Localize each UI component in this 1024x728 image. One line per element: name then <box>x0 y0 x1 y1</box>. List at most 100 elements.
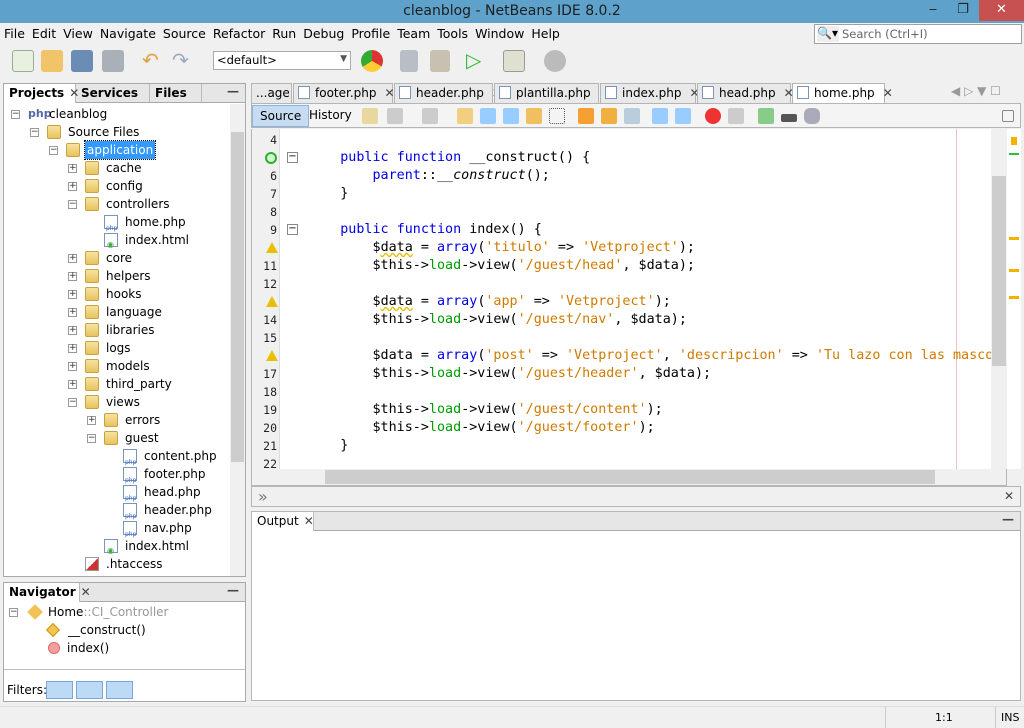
warning-icon[interactable] <box>266 242 278 253</box>
expand-icon[interactable]: + <box>68 308 77 317</box>
tree-item[interactable]: − php cleanblog <box>4 105 230 123</box>
tree-item[interactable]: footer.php <box>4 465 230 490</box>
warning-icon[interactable] <box>266 350 278 361</box>
menu-source[interactable]: Source <box>160 24 209 44</box>
tab-index-php[interactable]: index.php ✕ <box>600 83 700 103</box>
close-icon[interactable]: ✕ <box>81 585 91 599</box>
menu-navigate[interactable]: Navigate <box>97 24 159 44</box>
expand-icon[interactable]: + <box>68 344 77 353</box>
back-icon[interactable] <box>387 108 403 124</box>
expand-icon[interactable]: + <box>68 182 77 191</box>
collapse-icon[interactable]: − <box>68 200 77 209</box>
editor-vertical-scrollbar[interactable] <box>991 129 1007 469</box>
browser-chrome-icon[interactable] <box>361 50 383 72</box>
toggle-bookmark-icon[interactable] <box>624 108 640 124</box>
tree-item[interactable]: nav.php <box>4 519 230 544</box>
toggle-highlight-icon[interactable] <box>526 108 542 124</box>
minimize-icon[interactable]: — <box>227 583 239 597</box>
tab-header-php[interactable]: header.php✕ <box>394 83 502 103</box>
menu-window[interactable]: Window <box>472 24 527 44</box>
tree-item[interactable]: + core <box>4 249 230 267</box>
uncomment-icon[interactable] <box>781 114 797 122</box>
override-icon[interactable] <box>265 152 277 164</box>
tree-item[interactable]: + language <box>4 303 230 321</box>
search-input[interactable]: 🔍▾ Search (Ctrl+I) <box>814 24 1022 44</box>
profile-icon[interactable] <box>544 50 566 72</box>
redo-icon[interactable]: ↷ <box>172 50 194 72</box>
next-bookmark-icon[interactable] <box>601 108 617 124</box>
rectangular-selection-icon[interactable] <box>549 108 565 124</box>
collapse-icon[interactable]: − <box>11 110 20 119</box>
expand-icon[interactable]: + <box>68 272 77 281</box>
expand-icon[interactable]: + <box>68 254 77 263</box>
minimize-icon[interactable]: — <box>227 84 239 98</box>
tree-item[interactable]: header.php <box>4 501 230 526</box>
close-icon[interactable]: ✕ <box>304 514 314 528</box>
tree-item[interactable]: content.php <box>4 447 230 472</box>
tab-navigator[interactable]: Navigator ✕ <box>4 583 91 602</box>
build-icon[interactable] <box>400 50 418 72</box>
tab-projects[interactable]: Projects ✕ <box>4 84 79 103</box>
tree-item[interactable]: + libraries <box>4 321 230 339</box>
warning-icon[interactable] <box>266 296 278 307</box>
filter-static-button[interactable] <box>76 681 103 699</box>
tree-item[interactable]: index.html <box>4 231 230 254</box>
tree-scrollbar[interactable] <box>230 104 245 576</box>
tree-item[interactable]: .htaccess <box>4 555 230 573</box>
split-editor-icon[interactable] <box>1002 110 1014 122</box>
save-all-icon[interactable] <box>102 50 124 72</box>
tree-item[interactable]: home.php <box>4 213 230 238</box>
menu-team[interactable]: Team <box>394 24 433 44</box>
tab-output[interactable]: Output ✕ <box>252 512 314 531</box>
filter-fields-button[interactable] <box>46 681 73 699</box>
find-previous-icon[interactable] <box>480 108 496 124</box>
search-icon[interactable]: 🔍▾ <box>817 26 839 42</box>
fold-collapse-icon[interactable]: − <box>287 152 298 163</box>
stop-macro-icon[interactable] <box>728 108 744 124</box>
open-project-icon[interactable] <box>71 50 93 72</box>
run-icon[interactable]: ▷ <box>466 50 488 72</box>
collapse-icon[interactable]: − <box>49 146 58 155</box>
tree-item[interactable]: + hooks <box>4 285 230 303</box>
start-macro-icon[interactable] <box>705 108 721 124</box>
tree-item[interactable]: − Source Files <box>4 123 230 141</box>
find-icon[interactable] <box>457 108 473 124</box>
menu-edit[interactable]: Edit <box>29 24 59 44</box>
expand-icon[interactable]: + <box>68 164 77 173</box>
previous-bookmark-icon[interactable] <box>578 108 594 124</box>
code-editor[interactable]: 4 6 7 8 9 11 12 14 15 17 18 19 20 21 22 public functio… <box>251 129 1007 469</box>
expand-icon[interactable]: + <box>68 380 77 389</box>
expand-icon[interactable]: + <box>68 290 77 299</box>
menu-view[interactable]: View <box>60 24 96 44</box>
breadcrumb-chevron-icon[interactable]: » <box>258 487 268 506</box>
fold-collapse-icon[interactable]: − <box>287 224 298 235</box>
menu-debug[interactable]: Debug <box>300 24 347 44</box>
close-icon[interactable]: ✕ <box>883 86 893 100</box>
tree-item[interactable]: − application <box>4 140 230 160</box>
comment-icon[interactable] <box>758 108 774 124</box>
collapse-icon[interactable]: − <box>9 608 18 617</box>
tree-item[interactable]: head.php <box>4 483 230 508</box>
tab-footer-php[interactable]: footer.php ✕ <box>293 83 395 103</box>
shift-right-icon[interactable] <box>675 108 691 124</box>
navigator-item-construct[interactable]: __construct() <box>45 621 198 639</box>
tree-item[interactable]: + helpers <box>4 267 230 285</box>
error-stripe[interactable] <box>1007 129 1021 469</box>
menu-tools[interactable]: Tools <box>434 24 471 44</box>
tree-item[interactable]: + config <box>4 177 230 195</box>
new-project-icon[interactable] <box>41 50 63 72</box>
tree-item[interactable]: + logs <box>4 339 230 357</box>
minimize-button[interactable]: ‒ <box>918 0 948 21</box>
collapse-icon[interactable]: − <box>68 398 77 407</box>
filter-private-button[interactable] <box>106 681 133 699</box>
tab-head-php[interactable]: head.php ✕ <box>697 83 794 103</box>
forward-icon[interactable] <box>422 108 438 124</box>
editor-horizontal-scrollbar[interactable] <box>251 469 1007 486</box>
database-icon[interactable] <box>804 108 820 124</box>
undo-icon[interactable]: ↶ <box>142 50 164 72</box>
new-file-icon[interactable] <box>12 50 34 72</box>
tab-plantilla-php[interactable]: plantilla.php✕ <box>494 83 609 103</box>
collapse-icon[interactable]: − <box>30 128 39 137</box>
tree-item[interactable]: − controllers <box>4 195 230 213</box>
tab--age[interactable]: ...age <box>251 83 292 103</box>
